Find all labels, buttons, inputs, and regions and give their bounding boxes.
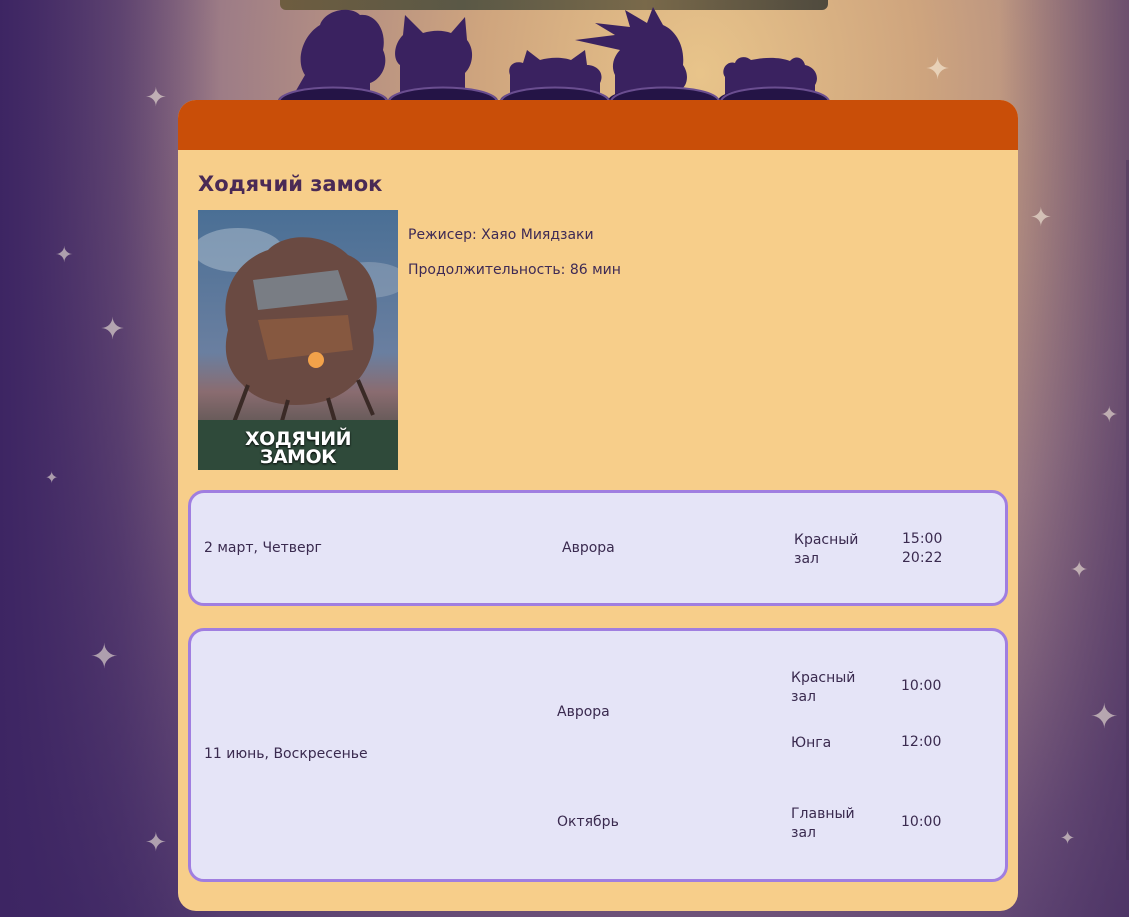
sparkle-icon: ✦ — [90, 637, 119, 677]
sparkle-icon: ✦ — [55, 243, 74, 268]
characters-silhouette — [278, 7, 830, 101]
sparkle-icon: ✦ — [1060, 828, 1076, 849]
film-card: Ходячий замок ХОДЯЧИЙ ЗАМОК Режисер: Хая… — [178, 100, 1018, 911]
sparkle-icon: ✦ — [925, 52, 951, 87]
sparkle-icon: ✦ — [45, 468, 59, 487]
session-block: 11 июнь, Воскресенье Аврора Красный зал … — [188, 628, 1008, 882]
session-cinema: Октябрь — [557, 814, 619, 830]
sparkle-icon: ✦ — [100, 312, 126, 347]
session-time[interactable]: 15:00 — [902, 531, 942, 547]
session-time[interactable]: 12:00 — [901, 734, 941, 750]
background-vignette-right — [999, 0, 1129, 917]
poster-title-line2: ЗАМОК — [259, 446, 337, 468]
session-cinema: Аврора — [557, 704, 610, 720]
film-title: Ходячий замок — [198, 172, 383, 196]
session-date: 11 июнь, Воскресенье — [204, 746, 368, 762]
session-hall: Красный зал — [791, 670, 856, 705]
film-poster: ХОДЯЧИЙ ЗАМОК — [198, 210, 398, 470]
session-date: 2 март, Четверг — [204, 540, 322, 556]
sparkle-icon: ✦ — [1090, 697, 1119, 737]
sparkle-icon: ✦ — [145, 828, 167, 858]
session-time[interactable]: 20:22 — [902, 550, 942, 566]
sparkle-icon: ✦ — [145, 83, 167, 113]
session-time[interactable]: 10:00 — [901, 814, 941, 830]
film-director: Режисер: Хаяо Миядзаки — [408, 227, 594, 243]
session-hall: Красный зал — [794, 532, 859, 567]
session-cinema: Аврора — [562, 540, 615, 556]
film-duration: Продолжительность: 86 мин — [408, 262, 621, 278]
sparkle-icon: ✦ — [1030, 203, 1052, 233]
sparkle-icon: ✦ — [1070, 558, 1089, 583]
card-header — [178, 100, 1018, 150]
session-hall: Юнга — [791, 735, 832, 751]
session-time[interactable]: 10:00 — [901, 678, 941, 694]
session-hall: Главный зал — [791, 806, 855, 841]
sparkle-icon: ✦ — [1100, 403, 1119, 428]
session-block: 2 март, Четверг Аврора Красный зал 15:00… — [188, 490, 1008, 606]
